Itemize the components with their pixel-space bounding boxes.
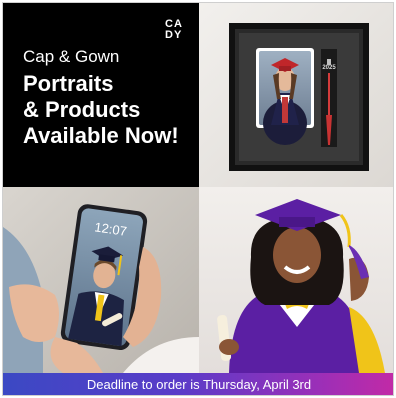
brand-logo: CA DY xyxy=(165,19,189,41)
promo-card[interactable]: CA DY Cap & Gown Portraits & Products Av… xyxy=(2,2,394,396)
headline: Portraits & Products Available Now! xyxy=(23,71,198,149)
graduate-face xyxy=(273,227,321,283)
graduate-gown-image xyxy=(199,187,393,373)
eyebrow-text: Cap & Gown xyxy=(23,47,120,66)
headline-panel: CA DY Cap & Gown Portraits & Products Av… xyxy=(3,3,199,187)
phone-product-panel: 12:07 xyxy=(3,187,199,373)
deadline-banner: Deadline to order is Thursday, April 3rd xyxy=(3,373,393,395)
headline-line-1: Portraits xyxy=(23,71,114,96)
headline-line-2: & Products xyxy=(23,97,141,122)
gown-product-panel xyxy=(199,187,393,373)
headline-line-3: Available Now! xyxy=(23,123,179,148)
phone-portrait-image: 12:07 xyxy=(3,187,199,373)
logo-line-2: DY xyxy=(165,29,183,41)
graduation-frame-image: 2025 xyxy=(199,3,393,187)
deadline-text: Deadline to order is Thursday, April 3rd xyxy=(86,377,312,392)
frame-product-panel: 2025 xyxy=(199,3,393,187)
tassel-year: 2025 xyxy=(322,65,336,71)
